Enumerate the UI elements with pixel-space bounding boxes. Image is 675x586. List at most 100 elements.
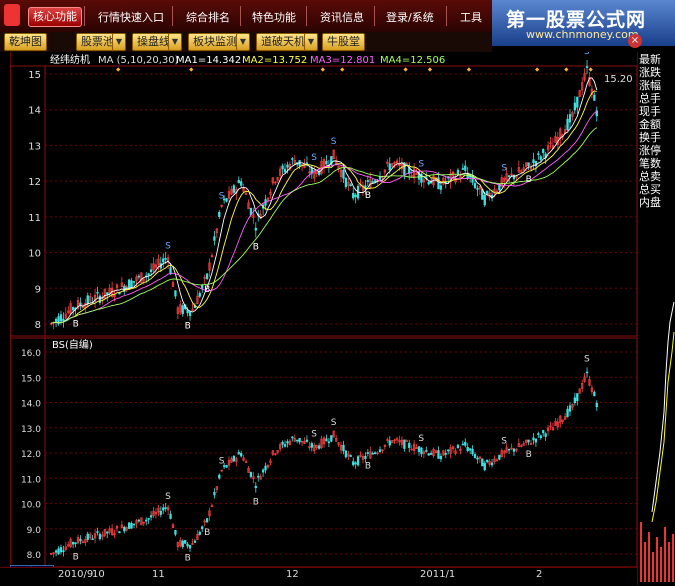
sector-monitor-button[interactable]: 板块监测: [188, 33, 242, 51]
main-ma-lines: [51, 77, 598, 324]
candle-body: [283, 168, 287, 173]
menu-ranking[interactable]: 综合排名: [186, 9, 230, 25]
candle-body: [198, 531, 201, 535]
candle-body: [74, 542, 77, 544]
ma2-value: MA2=13.752: [242, 55, 307, 66]
latest-price-label: 15.20: [604, 74, 633, 85]
candle-body: [366, 180, 369, 182]
candle-body: [205, 518, 209, 523]
sell-marker: S: [311, 153, 317, 163]
candle-body: [59, 314, 63, 322]
sell-marker: S: [165, 241, 171, 251]
candle-body: [507, 175, 511, 177]
daopo-tianji-button[interactable]: 道破天机: [256, 33, 310, 51]
candle-body: [218, 474, 221, 479]
y-tick-label: 15.0: [21, 374, 41, 384]
menu-special[interactable]: 特色功能: [252, 9, 296, 25]
qiankun-button[interactable]: 乾坤图: [4, 33, 47, 51]
candle-body: [447, 449, 450, 452]
candle-body: [427, 453, 430, 456]
candle-body: [388, 440, 391, 446]
rp-change[interactable]: 涨跌: [639, 67, 675, 79]
candle-body: [566, 408, 569, 417]
mini-tick-chart: [638, 222, 675, 582]
menu-news[interactable]: 资讯信息: [320, 9, 364, 25]
niugutang-button[interactable]: 牛股堂: [322, 33, 365, 51]
candle-body: [291, 436, 294, 439]
candle-body: [283, 444, 287, 447]
sell-marker: S: [418, 434, 424, 444]
date-label: 11: [152, 569, 165, 580]
y-tick-label: 11.0: [21, 475, 41, 485]
candle-body: [378, 449, 382, 453]
event-marker: [189, 67, 194, 72]
rp-total-buy[interactable]: 总买: [639, 184, 675, 196]
kline-chart-svg[interactable]: B B S S B B B B S S B B S S S S B B S S S S B B S S 经纬纺机 MA (5,10…: [9, 47, 638, 568]
candle-body: [456, 444, 460, 449]
chevron-down-icon[interactable]: ▼: [236, 33, 250, 51]
event-marker: [340, 67, 345, 72]
candle-body: [576, 393, 579, 402]
close-icon[interactable]: ×: [628, 34, 642, 48]
rp-turnover[interactable]: 换手: [639, 132, 675, 144]
candle-body: [59, 547, 63, 553]
stock-name: 经纬纺机: [50, 53, 90, 66]
sell-marker: S: [584, 52, 590, 57]
menu-login-system[interactable]: 登录/系统: [386, 9, 434, 25]
sub-y-ticks: 16.0 15.0 14.0 13.0 12.0 11.0 10.0 9.0 8.0: [21, 349, 41, 561]
y-tick-label: 10.0: [21, 501, 41, 511]
candle-body: [305, 439, 309, 442]
rp-total-sell[interactable]: 总卖: [639, 171, 675, 183]
candle-body: [344, 177, 348, 188]
candle-body: [169, 513, 172, 519]
candle-body: [327, 441, 331, 444]
sell-marker: S: [331, 418, 337, 428]
date-label: 12: [286, 569, 299, 580]
rp-latest[interactable]: 最新: [639, 54, 675, 66]
candle-body: [310, 443, 313, 448]
candle-body: [461, 443, 464, 446]
chevron-down-icon[interactable]: ▼: [168, 33, 182, 51]
chevron-down-icon[interactable]: ▼: [304, 33, 318, 51]
chevron-down-icon[interactable]: ▼: [112, 33, 126, 51]
bottom-date-axis: 2010/9 10 11 12 2011/1 2: [0, 567, 637, 586]
menu-quick-entry[interactable]: 行情快速入口: [98, 9, 164, 25]
rp-limit-up[interactable]: 涨停: [639, 145, 675, 157]
candle-body: [54, 319, 58, 322]
candle-body: [162, 258, 165, 263]
ma-params: MA (5,10,20,30): [98, 55, 179, 66]
y-tick-label: 14: [28, 106, 41, 117]
menu-core-functions[interactable]: 核心功能: [28, 7, 82, 27]
ma3-value: MA3=12.801: [310, 55, 375, 66]
rp-volume[interactable]: 总手: [639, 93, 675, 105]
candle-body: [325, 160, 328, 165]
candle-body: [349, 455, 352, 457]
candle-body: [128, 279, 131, 289]
buy-marker: B: [73, 320, 79, 330]
candle-body: [420, 447, 423, 455]
candle-body: [96, 291, 99, 294]
candle-body: [585, 66, 589, 68]
buy-marker: B: [365, 461, 371, 471]
candle-body: [371, 181, 374, 183]
candle-body: [159, 510, 162, 515]
rp-amount[interactable]: 金额: [639, 119, 675, 131]
rp-inner-plate[interactable]: 内盘: [639, 197, 675, 209]
chart-area[interactable]: B B S S B B B B S S B B S S S S B B S S S S B B S S 经纬纺机 MA (5,10…: [9, 47, 638, 568]
candle-body: [249, 471, 253, 478]
rp-change-pct[interactable]: 涨幅: [639, 80, 675, 92]
candle-body: [240, 181, 243, 186]
menu-tools[interactable]: 工具: [460, 9, 482, 25]
candle-body: [130, 523, 133, 529]
candle-body: [261, 469, 265, 473]
candle-body: [174, 290, 177, 297]
candle-body: [184, 540, 187, 544]
candle-body: [181, 305, 184, 315]
rp-current-vol[interactable]: 现手: [639, 106, 675, 118]
y-tick-label: 9: [35, 284, 41, 295]
candle-body: [132, 523, 136, 526]
candle-body: [137, 519, 141, 522]
menu-separator: [374, 6, 375, 26]
rp-trades[interactable]: 笔数: [639, 158, 675, 170]
candle-body: [388, 163, 391, 171]
